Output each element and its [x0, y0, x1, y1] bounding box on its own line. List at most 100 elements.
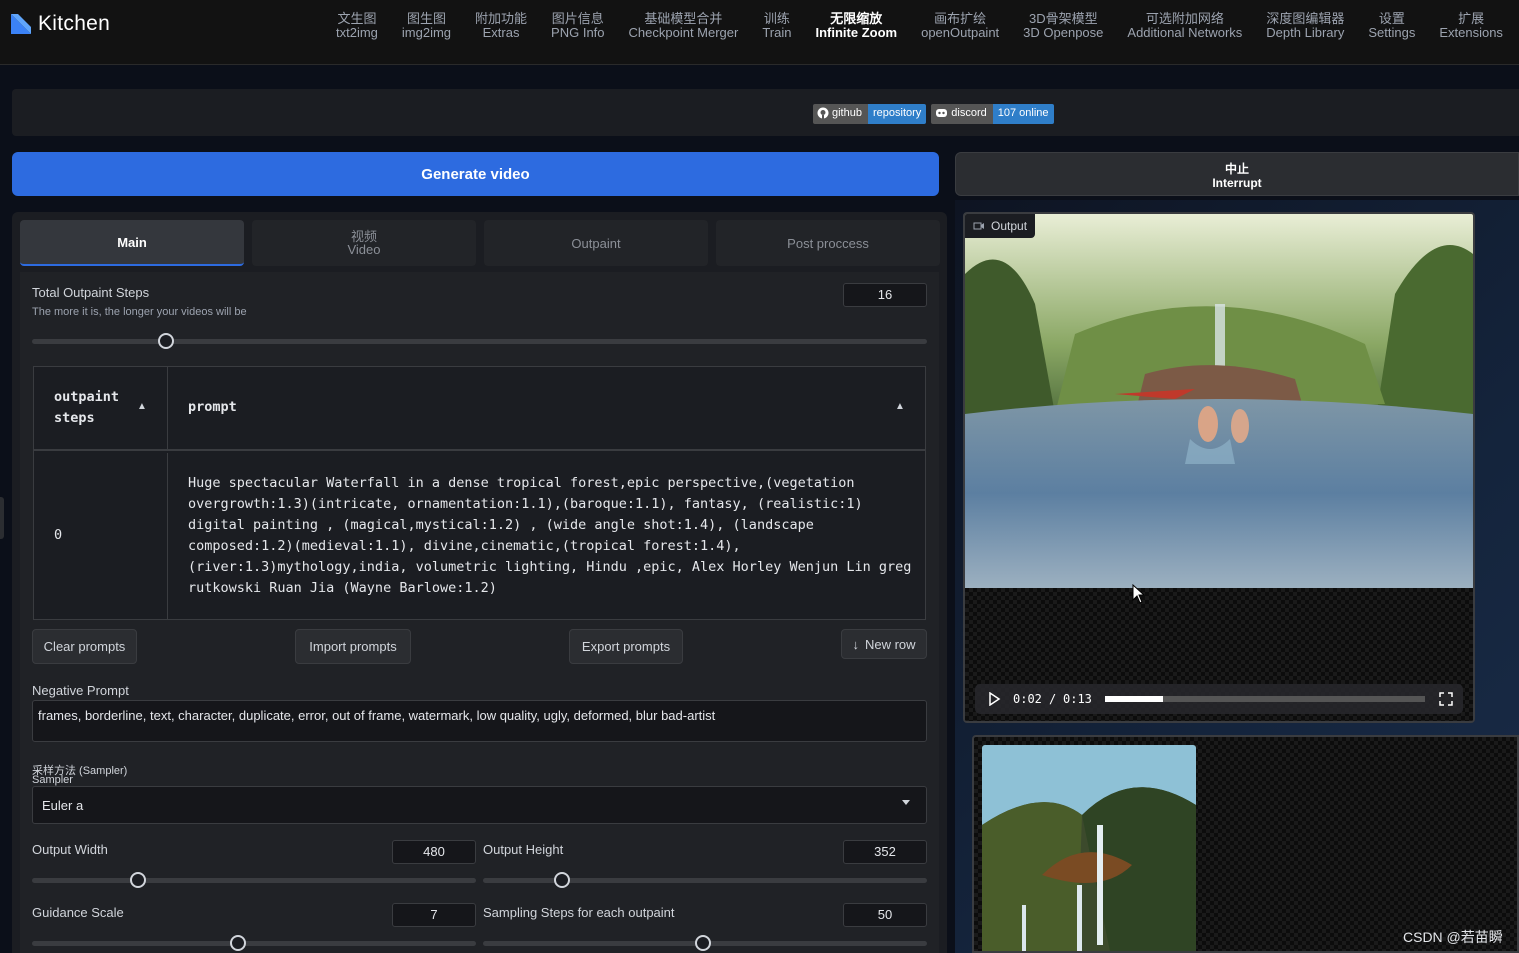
fullscreen-icon[interactable]	[1439, 692, 1453, 706]
discord-badge[interactable]: discord 107 online	[931, 104, 1054, 124]
output-width-input[interactable]: 480	[392, 840, 476, 864]
video-progress-track[interactable]	[1105, 696, 1425, 702]
top-navigation-bar: Kitchen 文生图 txt2img 图生图 img2img 附加功能 Extras…	[0, 0, 1519, 65]
arrow-down-icon: ↓	[852, 636, 859, 652]
nav-tab-en: img2img	[401, 25, 452, 40]
side-toggle-handle[interactable]	[0, 497, 4, 539]
export-prompts-button[interactable]: Export prompts	[569, 629, 683, 664]
nav-tab-en: PNG Info	[551, 25, 605, 40]
nav-tab-png-info[interactable]: 图片信息 PNG Info	[539, 12, 616, 40]
nav-tab-zh: 扩展	[1458, 11, 1485, 26]
output-gallery	[972, 735, 1519, 953]
output-width-slider-track[interactable]	[32, 878, 476, 883]
nav-tab-depth-library[interactable]: 深度图编辑器 Depth Library	[1254, 12, 1356, 40]
generate-video-button[interactable]: Generate video	[12, 152, 939, 196]
nav-tab-infinite-zoom[interactable]: 无限缩放 Infinite Zoom	[803, 12, 909, 40]
interrupt-label-zh: 中止	[1224, 162, 1249, 176]
clear-prompts-button[interactable]: Clear prompts	[32, 629, 137, 664]
nav-tab-checkpoint-merger[interactable]: 基础模型合并 Checkpoint Merger	[617, 12, 751, 40]
nav-tab-en: Extras	[482, 25, 520, 40]
output-width-slider-thumb[interactable]	[130, 872, 146, 888]
nav-tab-img2img[interactable]: 图生图 img2img	[390, 12, 463, 40]
nav-tab-extensions[interactable]: 扩展 Extensions	[1427, 12, 1515, 40]
video-controls: 0:02 / 0:13	[975, 684, 1463, 714]
guidance-scale-label: Guidance Scale	[32, 905, 124, 920]
play-icon[interactable]	[987, 692, 1001, 706]
discord-badge-label: discord	[931, 104, 993, 124]
github-badge-value: repository	[867, 104, 927, 124]
nav-tab-3d-openpose[interactable]: 3D骨架模型 3D Openpose	[1011, 12, 1115, 40]
nav-tab-extras[interactable]: 附加功能 Extras	[463, 12, 539, 40]
table-header-steps[interactable]: outpaint steps ▲	[34, 367, 168, 451]
interrupt-button[interactable]: 中止 Interrupt	[955, 152, 1519, 196]
discord-badge-text: discord	[951, 107, 987, 119]
github-icon	[817, 107, 829, 119]
nav-tab-settings[interactable]: 设置 Settings	[1356, 12, 1427, 40]
gallery-thumbnail[interactable]	[982, 745, 1196, 953]
negative-prompt-input[interactable]: frames, borderline, text, character, dup…	[32, 700, 927, 742]
outpaint-steps-hint: The more it is, the longer your videos w…	[32, 306, 247, 318]
sampling-steps-label: Sampling Steps for each outpaint	[483, 905, 675, 920]
tab-post-process[interactable]: Post proccess	[716, 220, 940, 266]
nav-tab-txt2img[interactable]: 文生图 txt2img	[324, 12, 390, 40]
nav-tab-openoutpaint[interactable]: 画布扩绘 openOutpaint	[909, 12, 1011, 40]
sampling-steps-input[interactable]: 50	[843, 903, 927, 927]
nav-tab-train[interactable]: 训练 Train	[750, 12, 803, 40]
nav-tab-en: openOutpaint	[921, 25, 1000, 40]
outpaint-steps-label: Total Outpaint Steps	[32, 285, 150, 300]
mouse-cursor-icon	[1132, 584, 1146, 604]
guidance-scale-slider-thumb[interactable]	[230, 935, 246, 951]
nav-tab-zh: 训练	[763, 11, 790, 26]
sort-asc-icon[interactable]: ▲	[895, 401, 905, 412]
tab-video[interactable]: 视频 Video	[252, 220, 476, 266]
guidance-scale-slider-track[interactable]	[32, 941, 476, 946]
github-badge[interactable]: github repository	[813, 104, 927, 124]
output-video-player[interactable]: Output 0:02 / 0:13	[963, 212, 1475, 723]
output-height-slider-track[interactable]	[483, 878, 927, 883]
prompt-table: outpaint steps ▲ prompt ▲ 0 Huge spectac…	[33, 366, 926, 620]
row-prompt-value: Huge spectacular Waterfall in a dense tr…	[188, 475, 912, 596]
nav-tab-zh: 设置	[1378, 11, 1405, 26]
app-name: Kitchen	[38, 12, 111, 35]
nav-tab-zh: 基础模型合并	[644, 11, 723, 26]
nav-tab-zh: 附加功能	[475, 11, 528, 26]
nav-tab-en: Train	[762, 25, 792, 40]
watermark-text: CSDN @若苗瞬	[1403, 929, 1503, 945]
sampler-selected-value: Euler a	[42, 798, 84, 813]
outpaint-steps-input[interactable]: 16	[843, 283, 927, 307]
nav-tab-en: Additional Networks	[1127, 25, 1243, 40]
app-logo[interactable]: Kitchen	[10, 12, 110, 36]
outpaint-steps-slider-thumb[interactable]	[158, 333, 174, 349]
table-row-prompt-cell[interactable]: Huge spectacular Waterfall in a dense tr…	[168, 453, 925, 619]
nav-tab-zh: 可选附加网络	[1145, 11, 1224, 26]
tab-outpaint[interactable]: Outpaint	[484, 220, 708, 266]
tab-video-label: Video	[347, 242, 381, 257]
video-time-separator: /	[1049, 692, 1057, 706]
guidance-scale-input[interactable]: 7	[392, 903, 476, 927]
kitchen-logo-icon	[11, 14, 31, 34]
nav-tab-additional-networks[interactable]: 可选附加网络 Additional Networks	[1115, 12, 1254, 40]
import-prompts-button[interactable]: Import prompts	[295, 629, 411, 664]
interrupt-label-en: Interrupt	[1212, 176, 1262, 190]
output-label: Output	[965, 214, 1036, 238]
row-step-value: 0	[54, 527, 63, 543]
new-row-button[interactable]: ↓ New row	[841, 629, 927, 659]
output-height-label: Output Height	[483, 842, 564, 857]
sort-asc-icon[interactable]: ▲	[137, 401, 147, 412]
new-row-label: New row	[864, 636, 916, 652]
output-video-frame	[965, 214, 1473, 588]
nav-tab-zh: 图片信息	[551, 11, 604, 26]
nav-tab-zh: 文生图	[337, 11, 377, 26]
output-height-slider-thumb[interactable]	[554, 872, 570, 888]
tab-main-label: Main	[117, 234, 147, 250]
sampling-steps-slider-thumb[interactable]	[695, 935, 711, 951]
nav-tab-en: Extensions	[1439, 25, 1503, 40]
chevron-down-icon	[902, 800, 910, 805]
tab-main[interactable]: Main	[20, 220, 244, 266]
sampler-select[interactable]: Euler a	[32, 786, 927, 824]
discord-icon	[936, 109, 948, 117]
table-row-step-cell[interactable]: 0	[34, 453, 168, 619]
sampler-label-en: Sampler	[32, 774, 73, 786]
output-height-input[interactable]: 352	[843, 840, 927, 864]
table-header-prompt[interactable]: prompt ▲	[168, 367, 925, 451]
